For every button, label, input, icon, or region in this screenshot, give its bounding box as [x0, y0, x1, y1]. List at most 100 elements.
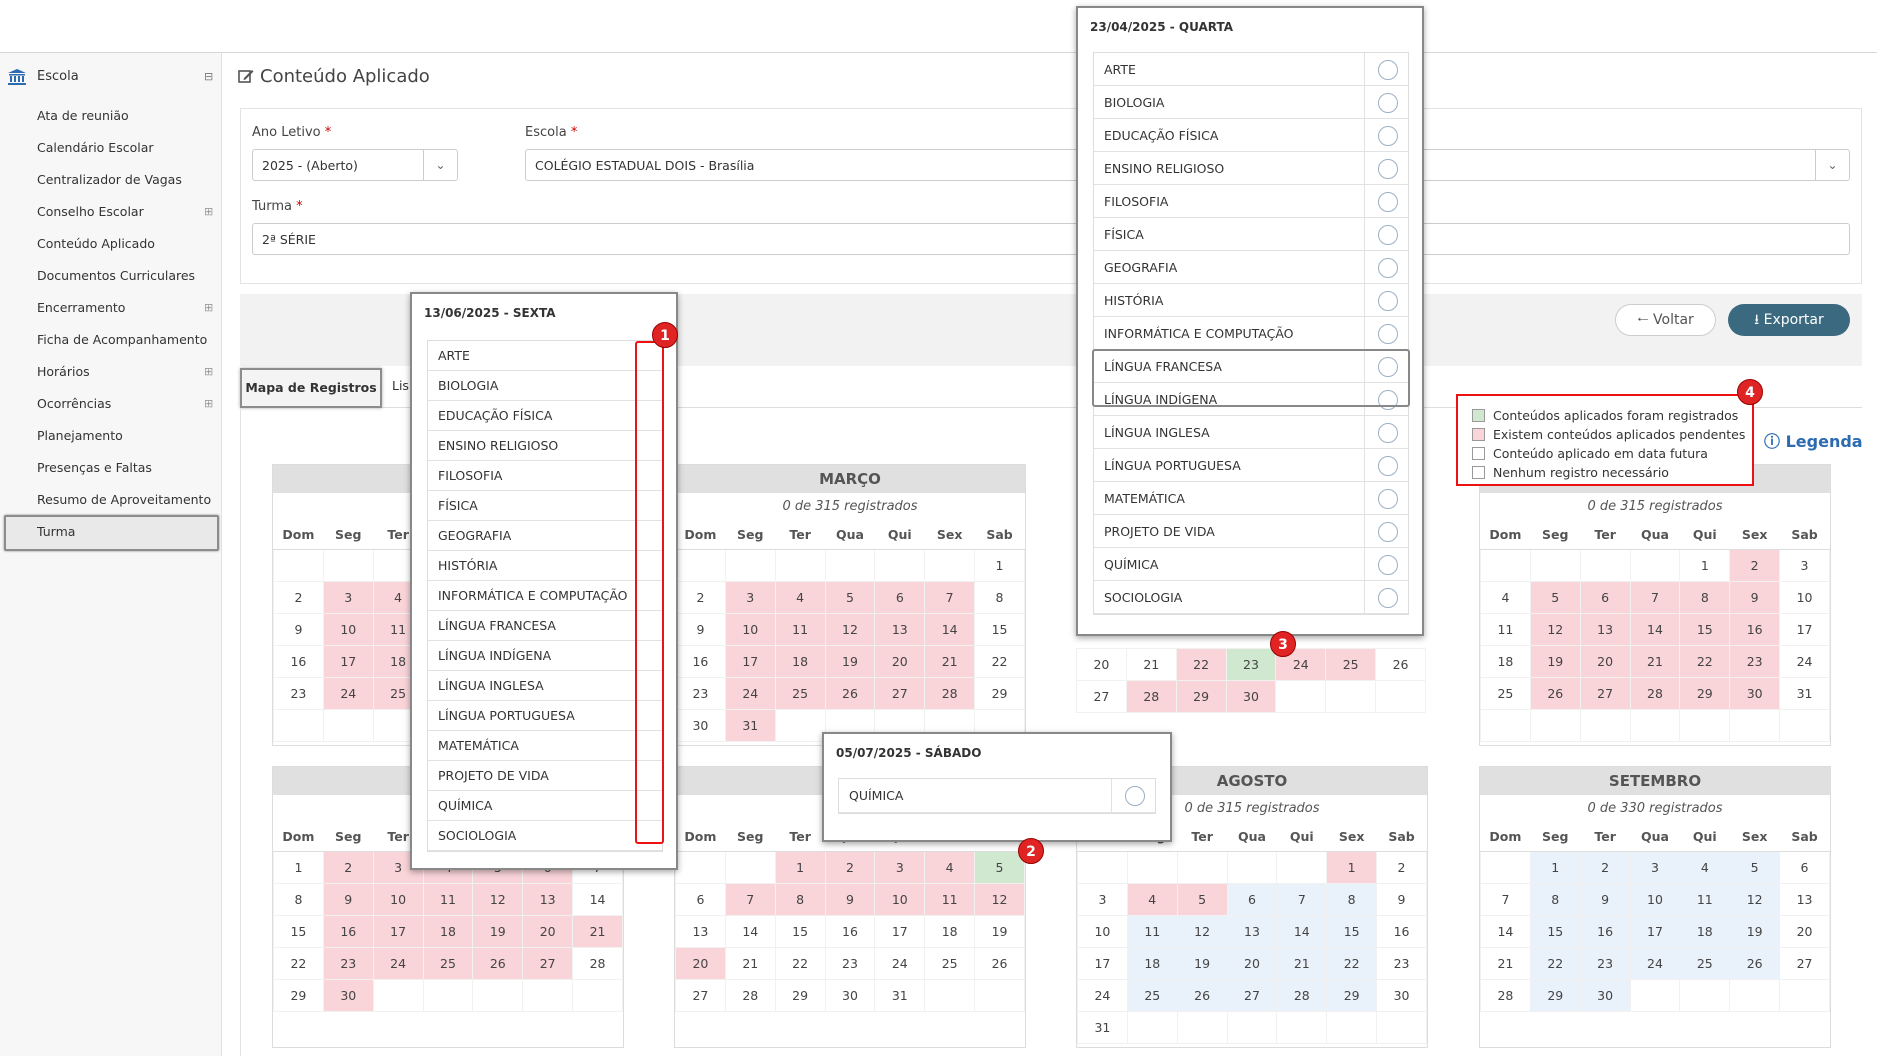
calendar-day[interactable]: 13 [675, 914, 726, 948]
calendar-day[interactable]: 30 [824, 978, 876, 1012]
calendar-day[interactable]: 14 [1480, 914, 1531, 948]
calendar-day[interactable]: 17 [1629, 914, 1681, 948]
tab-mapa-de-registros[interactable]: Mapa de Registros [240, 368, 382, 408]
calendar-day[interactable]: 9 [1729, 580, 1781, 614]
calendar-day[interactable]: 2 [1579, 850, 1631, 884]
subject-row[interactable]: LÍNGUA PORTUGUESA [1094, 449, 1408, 482]
calendar-day[interactable]: 23 [1729, 644, 1781, 678]
calendar-day[interactable]: 5 [1729, 850, 1781, 884]
calendar-day[interactable]: 2 [675, 580, 726, 614]
calendar-day[interactable]: 25 [774, 676, 826, 710]
calendar-day[interactable]: 13 [522, 882, 574, 916]
subject-row[interactable]: HISTÓRIA [428, 551, 662, 581]
calendar-day[interactable]: 11 [1480, 612, 1531, 646]
calendar-day[interactable]: 3 [724, 580, 776, 614]
calendar-day[interactable]: 6 [675, 882, 726, 916]
calendar-day[interactable]: 28 [1629, 676, 1681, 710]
calendar-day[interactable]: 24 [1077, 978, 1128, 1012]
sidebar-item-12[interactable]: Resumo de Aproveitamento [37, 492, 211, 507]
subject-row[interactable]: SOCIOLOGIA [428, 821, 662, 851]
subject-row[interactable]: QUÍMICA [839, 779, 1155, 813]
edit-icon[interactable] [1378, 125, 1398, 146]
calendar-day[interactable]: 25 [924, 946, 976, 980]
edit-icon[interactable] [1378, 554, 1398, 575]
calendar-day[interactable]: 18 [1679, 914, 1731, 948]
subject-row[interactable]: HISTÓRIA [1094, 284, 1408, 317]
calendar-day[interactable]: 21 [924, 644, 976, 678]
calendar-day[interactable]: 23 [1579, 946, 1631, 980]
sidebar-item-5[interactable]: Documentos Curriculares [37, 268, 195, 283]
sidebar-item-1[interactable]: Calendário Escolar [37, 140, 154, 155]
calendar-day[interactable]: 4 [1126, 882, 1178, 916]
calendar-day[interactable]: 19 [824, 644, 876, 678]
calendar-day[interactable]: 31 [1779, 676, 1830, 710]
calendar-day[interactable]: 24 [372, 946, 424, 980]
calendar-day[interactable]: 21 [1629, 644, 1681, 678]
subject-row[interactable]: FÍSICA [428, 491, 662, 521]
calendar-day[interactable]: 30 [675, 708, 726, 742]
calendar-day[interactable]: 11 [422, 882, 474, 916]
collapse-icon[interactable]: ⊟ [204, 70, 213, 83]
calendar-day[interactable]: 13 [1579, 612, 1631, 646]
calendar-day[interactable]: 16 [273, 644, 324, 678]
edit-icon[interactable] [1378, 323, 1398, 344]
sidebar-item-10[interactable]: Planejamento [37, 428, 123, 443]
subject-row[interactable]: MATEMÁTICA [1094, 482, 1408, 515]
calendar-day[interactable]: 9 [1579, 882, 1631, 916]
calendar-day[interactable]: 21 [1125, 648, 1177, 681]
expand-icon[interactable]: ⊞ [204, 365, 213, 378]
edit-icon[interactable] [1378, 92, 1398, 113]
calendar-day[interactable]: 4 [774, 580, 826, 614]
calendar-day[interactable]: 14 [1276, 914, 1328, 948]
calendar-day[interactable]: 14 [572, 882, 623, 916]
calendar-day[interactable]: 24 [322, 676, 374, 710]
calendar-day[interactable]: 10 [1779, 580, 1830, 614]
sidebar-item-9[interactable]: Ocorrências [37, 396, 111, 411]
calendar-day[interactable]: 29 [774, 978, 826, 1012]
calendar-day[interactable]: 2 [322, 850, 374, 884]
subject-row[interactable]: PROJETO DE VIDA [1094, 515, 1408, 548]
calendar-day[interactable]: 13 [1226, 914, 1278, 948]
calendar-day[interactable]: 1 [974, 548, 1025, 582]
calendar-day[interactable]: 31 [1077, 1010, 1128, 1044]
edit-icon[interactable] [1378, 191, 1398, 212]
ano-letivo-select[interactable]: 2025 - (Aberto) ⌄ [252, 149, 458, 181]
calendar-day[interactable]: 8 [273, 882, 324, 916]
calendar-day[interactable]: 8 [774, 882, 826, 916]
calendar-day[interactable]: 13 [874, 612, 926, 646]
calendar-day[interactable]: 20 [522, 914, 574, 948]
tab-lista[interactable]: Lis [392, 378, 409, 393]
calendar-day[interactable]: 10 [372, 882, 424, 916]
subject-row[interactable]: QUÍMICA [1094, 548, 1408, 581]
subject-row[interactable]: LÍNGUA INDÍGENA [428, 641, 662, 671]
calendar-day[interactable]: 5 [824, 580, 876, 614]
calendar-day[interactable]: 24 [724, 676, 776, 710]
calendar-day[interactable]: 29 [273, 978, 324, 1012]
calendar-day[interactable]: 9 [824, 882, 876, 916]
calendar-day[interactable]: 31 [724, 708, 776, 742]
calendar-day[interactable]: 12 [1176, 914, 1228, 948]
subject-row[interactable]: SOCIOLOGIA [1094, 581, 1408, 614]
calendar-day[interactable]: 26 [824, 676, 876, 710]
calendar-day[interactable]: 22 [974, 644, 1025, 678]
calendar-day[interactable]: 16 [1579, 914, 1631, 948]
calendar-day[interactable]: 29 [1175, 680, 1227, 713]
calendar-day[interactable]: 16 [1376, 914, 1427, 948]
calendar-day[interactable]: 2 [824, 850, 876, 884]
subject-row[interactable]: ENSINO RELIGIOSO [428, 431, 662, 461]
calendar-day[interactable]: 27 [1579, 676, 1631, 710]
subject-row[interactable]: ARTE [1094, 53, 1408, 86]
calendar-day[interactable]: 11 [924, 882, 976, 916]
subject-row[interactable]: BIOLOGIA [428, 371, 662, 401]
subject-row[interactable]: PROJETO DE VIDA [428, 761, 662, 791]
calendar-day[interactable]: 1 [774, 850, 826, 884]
calendar-day[interactable]: 15 [273, 914, 324, 948]
sidebar-item-4[interactable]: Conteúdo Aplicado [37, 236, 155, 251]
sidebar-item-6[interactable]: Encerramento [37, 300, 125, 315]
edit-icon[interactable] [1378, 422, 1398, 443]
calendar-day[interactable]: 26 [1529, 676, 1581, 710]
calendar-day[interactable]: 4 [1679, 850, 1731, 884]
calendar-day[interactable]: 15 [1679, 612, 1731, 646]
calendar-day[interactable]: 10 [874, 882, 926, 916]
calendar-day[interactable]: 27 [675, 978, 726, 1012]
